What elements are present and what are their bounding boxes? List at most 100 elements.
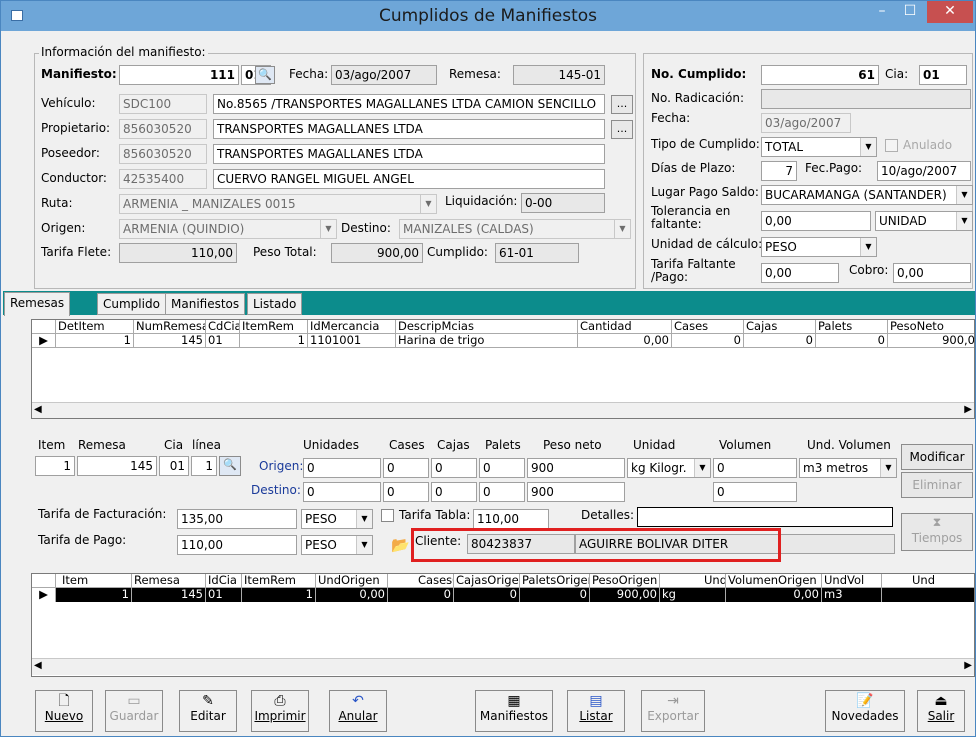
minimize-button[interactable]: –: [869, 1, 895, 23]
cia-field[interactable]: 01: [919, 65, 967, 85]
tab-listado[interactable]: Listado: [247, 293, 303, 315]
grid2-col-cajasorigen[interactable]: CajasOrigen: [454, 574, 520, 588]
o-unidades-field[interactable]: 0: [303, 458, 381, 478]
d-peso-field[interactable]: 900: [527, 482, 625, 502]
radicacion-field[interactable]: [761, 89, 971, 109]
grid2-col-itemrem[interactable]: ItemRem: [242, 574, 316, 588]
unidad-calculo-select[interactable]: PESO ▼: [761, 237, 877, 257]
tiempos-button[interactable]: ⧗ Tiempos: [901, 513, 973, 551]
grid1-col-idmercancia[interactable]: IdMercancia: [308, 320, 396, 334]
tarifa-tabla-field[interactable]: 110,00: [473, 509, 549, 529]
scroll-left-icon[interactable]: ◀: [34, 404, 42, 415]
liquidacion-field[interactable]: 0-00: [521, 193, 605, 213]
grid1-col-palets[interactable]: Palets: [816, 320, 888, 334]
tarifa-faltante-field[interactable]: 0,00: [761, 263, 839, 283]
grid1-col-cajas[interactable]: Cajas: [744, 320, 816, 334]
tolerancia-unidad-select[interactable]: UNIDAD ▼: [875, 211, 973, 231]
o-peso-field[interactable]: 900: [527, 458, 625, 478]
grid2-col-pesoorigen[interactable]: PesoOrigen: [590, 574, 660, 588]
table-row[interactable]: ▶ 1 145 01 1 0,00 0 0 0 900,00 kg 0,00 m…: [32, 588, 974, 602]
o-palets-field[interactable]: 0: [479, 458, 525, 478]
remesas-grid[interactable]: DetItem NumRemesa CdCia ItemRem IdMercan…: [31, 319, 975, 419]
tab-cumplido[interactable]: Cumplido: [97, 293, 166, 315]
d-unidades-field[interactable]: 0: [303, 482, 381, 502]
anulado-checkbox[interactable]: [885, 139, 898, 152]
cumplido-field[interactable]: 61-01: [495, 243, 579, 263]
grid2-col-idcia[interactable]: IdCia: [206, 574, 242, 588]
cia-detail-field[interactable]: 01: [159, 456, 189, 476]
vehiculo-desc-field[interactable]: No.8565 /TRANSPORTES MAGALLANES LTDA CAM…: [213, 94, 605, 114]
editar-button[interactable]: ✎ Editar: [179, 690, 237, 732]
d-cajas-field[interactable]: 0: [431, 482, 477, 502]
remesa-detail-field[interactable]: 145: [77, 456, 157, 476]
vehiculo-browse-button[interactable]: ...: [611, 95, 633, 114]
tarifa-tabla-checkbox[interactable]: [381, 509, 394, 522]
manifest-lookup-button[interactable]: 🔍: [255, 66, 275, 84]
grid1-col-cantidad[interactable]: Cantidad: [578, 320, 672, 334]
nuevo-button[interactable]: 🗋 Nuevo: [35, 690, 93, 732]
linea-lookup-button[interactable]: 🔍: [219, 456, 241, 476]
tolerancia-field[interactable]: 0,00: [761, 211, 871, 231]
grid1-col-descripmcias[interactable]: DescripMcias: [396, 320, 578, 334]
detalles-field[interactable]: [637, 507, 893, 527]
salir-button[interactable]: ⏏ Salir: [917, 690, 965, 732]
guardar-button[interactable]: ▭ Guardar: [105, 690, 163, 732]
grid2-col-undmed[interactable]: UndMed: [660, 574, 726, 588]
conductor-name-field[interactable]: CUERVO RANGEL MIGUEL ANGEL: [213, 169, 605, 189]
grid2-col-und[interactable]: Und: [882, 574, 974, 588]
peso-total-field[interactable]: 900,00: [331, 243, 423, 263]
fec-pago-field[interactable]: 10/ago/2007: [877, 161, 971, 181]
novedades-button[interactable]: 📝 Novedades: [825, 690, 905, 732]
propietario-code-field[interactable]: 856030520: [119, 119, 207, 139]
poseedor-code-field[interactable]: 856030520: [119, 144, 207, 164]
d-volumen-field[interactable]: 0: [713, 482, 797, 502]
horizontal-scrollbar[interactable]: ◀ ▶: [32, 402, 974, 418]
modificar-button[interactable]: Modificar: [901, 444, 973, 470]
scroll-left-icon[interactable]: ◀: [34, 660, 42, 671]
tarifa-fact-und-select[interactable]: PESO ▼: [301, 509, 373, 529]
grid2-col-volumenorigen[interactable]: VolumenOrigen: [726, 574, 822, 588]
detalle-grid[interactable]: Item Remesa IdCia ItemRem UndOrigen Case…: [31, 573, 975, 677]
manifiestos-button[interactable]: ▦ Manifiestos: [475, 690, 553, 732]
cobro-field[interactable]: 0,00: [893, 263, 971, 283]
tab-manifiestos[interactable]: Manifiestos: [165, 293, 246, 315]
folder-icon[interactable]: 📂: [391, 536, 410, 554]
vehiculo-code-field[interactable]: SDC100: [119, 94, 207, 114]
grid1-col-detitem[interactable]: DetItem: [56, 320, 134, 334]
poseedor-name-field[interactable]: TRANSPORTES MAGALLANES LTDA: [213, 144, 605, 164]
propietario-browse-button[interactable]: ...: [611, 120, 633, 139]
grid1-col-itemrem[interactable]: ItemRem: [240, 320, 308, 334]
o-cajas-field[interactable]: 0: [431, 458, 477, 478]
exportar-button[interactable]: ⇥ Exportar: [641, 690, 705, 732]
destino-select[interactable]: MANIZALES (CALDAS) ▼: [399, 219, 631, 239]
o-volumen-field[interactable]: 0: [713, 458, 797, 478]
o-und-vol-select[interactable]: m3 metros ▼: [799, 458, 897, 478]
anular-button[interactable]: ↶ Anular: [329, 690, 387, 732]
tarifa-fact-field[interactable]: 135,00: [177, 509, 297, 529]
listar-button[interactable]: ▤ Listar: [567, 690, 625, 732]
tipo-cumplido-select[interactable]: TOTAL ▼: [761, 137, 877, 157]
grid1-col-cdcia[interactable]: CdCia: [206, 320, 240, 334]
o-cases-field[interactable]: 0: [383, 458, 429, 478]
no-cumplido-field[interactable]: 61: [761, 65, 879, 85]
imprimir-button[interactable]: ⎙ Imprimir: [251, 690, 309, 732]
scroll-right-icon[interactable]: ▶: [964, 660, 972, 671]
d-palets-field[interactable]: 0: [479, 482, 525, 502]
horizontal-scrollbar[interactable]: ◀ ▶: [32, 658, 974, 675]
grid1-col-numremesa[interactable]: NumRemesa: [134, 320, 206, 334]
tarifa-pago-field[interactable]: 110,00: [177, 535, 297, 555]
grid2-col-undvol[interactable]: UndVol: [822, 574, 882, 588]
d-cases-field[interactable]: 0: [383, 482, 429, 502]
maximize-button[interactable]: ☐: [897, 1, 923, 23]
close-button[interactable]: ✕: [927, 1, 973, 23]
eliminar-button[interactable]: Eliminar: [901, 472, 973, 498]
remesa-field[interactable]: 145-01: [513, 65, 605, 85]
tab-remesas[interactable]: Remesas: [4, 292, 71, 316]
grid2-col-item[interactable]: Item: [56, 574, 132, 588]
dias-plazo-field[interactable]: 7: [761, 161, 797, 181]
fecha-field[interactable]: 03/ago/2007: [331, 65, 437, 85]
tarifa-pago-und-select[interactable]: PESO ▼: [301, 535, 373, 555]
linea-field[interactable]: 1: [191, 456, 217, 476]
conductor-code-field[interactable]: 42535400: [119, 169, 207, 189]
o-unidad-select[interactable]: kg Kilogr. ▼: [627, 458, 711, 478]
